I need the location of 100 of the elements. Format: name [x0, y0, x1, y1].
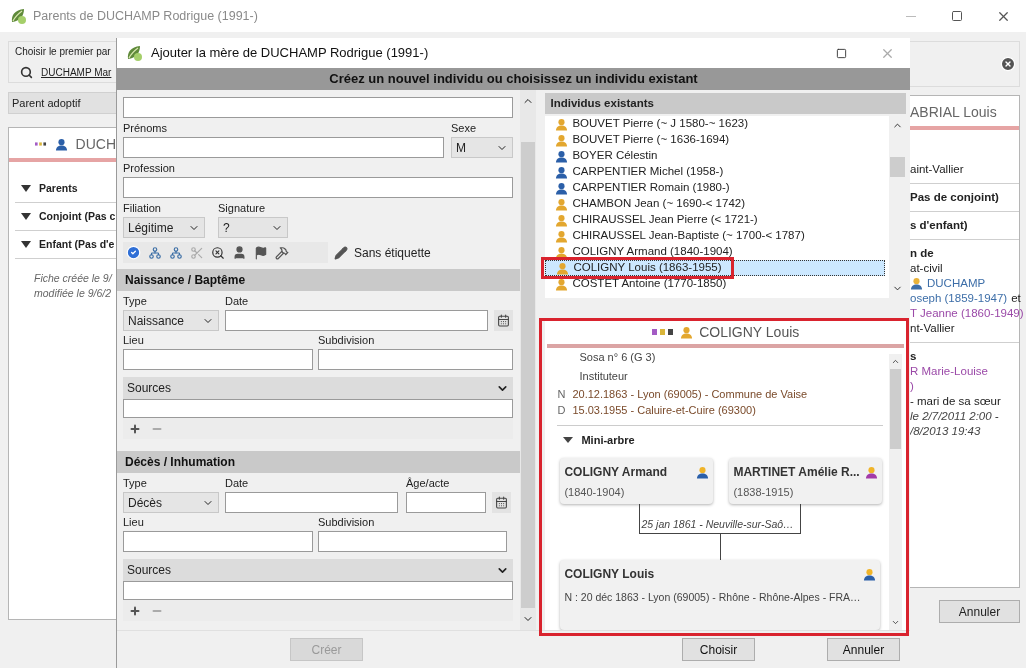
fork-icon[interactable] — [169, 245, 183, 260]
life-dates: (1838-1915) — [733, 485, 795, 500]
list-item[interactable]: BOUVET Pierre (~ 1636-1694) — [545, 132, 885, 148]
birth-info: N : 20 déc 1863 - Lyon (69005) - Rhône - Rhône-Alpes - FRA… — [564, 590, 862, 605]
parent-type-dropdown[interactable]: Parent adoptif — [8, 92, 116, 114]
color-squares-icon — [35, 140, 47, 148]
list-item[interactable]: BOYER Célestin — [545, 148, 885, 164]
field-label: Prénoms — [123, 122, 169, 135]
detail-text: Sosa n° 6 (G 3) — [579, 350, 656, 366]
sources-header[interactable]: Sources — [123, 377, 513, 399]
calendar-button[interactable] — [492, 492, 511, 513]
dialog-button[interactable]: Choisir — [682, 638, 755, 661]
flag-icon[interactable] — [254, 245, 268, 260]
scroll-thumb[interactable] — [890, 157, 905, 177]
hammer-icon[interactable] — [275, 245, 289, 260]
dropdown[interactable]: Décès — [123, 492, 219, 513]
list-item[interactable]: BOUVET Pierre (~ J 1580-~ 1623) — [545, 116, 885, 132]
list-item[interactable]: COLIGNY Armand (1840-1904) — [545, 244, 885, 260]
tree-card[interactable]: COLIGNY Louis N : 20 déc 1863 - Lyon (69005) - Rhône - Rhône-Alpes - FRA… — [560, 560, 881, 630]
fork-icon[interactable] — [148, 245, 162, 260]
detail-text: Instituteur — [579, 368, 628, 384]
list-item[interactable]: COLIGNY Louis (1863-1955) — [545, 260, 885, 276]
scroll-thumb[interactable] — [890, 369, 901, 449]
person-link[interactable]: DUCHAMP — [927, 276, 986, 291]
cancel-button[interactable]: Annuler — [939, 600, 1020, 623]
text-field[interactable] — [123, 97, 513, 118]
expanded-triangle-icon[interactable] — [21, 185, 31, 192]
sources-header[interactable]: Sources — [123, 559, 513, 581]
add-icon[interactable] — [129, 422, 141, 435]
text-field[interactable] — [225, 492, 398, 513]
person-link[interactable]: ) — [910, 379, 914, 394]
person-icon[interactable] — [232, 245, 247, 260]
person-name: COLIGNY Louis — [699, 322, 800, 342]
event-text: 15.03.1955 - Caluire-et-Cuire (69300) — [572, 403, 756, 418]
search-remove-icon[interactable] — [211, 245, 225, 260]
section-header: Naissance / Baptême — [117, 269, 520, 291]
expanded-triangle-icon[interactable] — [21, 241, 31, 248]
text-field[interactable] — [225, 310, 488, 331]
dropdown[interactable]: ? — [218, 217, 288, 238]
app-logo-icon — [125, 44, 143, 62]
text-field[interactable] — [123, 137, 444, 158]
text-field[interactable] — [123, 349, 313, 370]
detail-text: - mari de sa sœur — [910, 394, 1002, 409]
scroll-up-icon[interactable] — [891, 357, 900, 366]
parent-link[interactable]: DUCHAMP Mar — [41, 65, 112, 80]
maximize-icon — [835, 47, 847, 59]
list-item[interactable]: CARPENTIER Michel (1958-) — [545, 164, 885, 180]
marriage-label: 25 jan 1861 - Neuville-sur-Saô… — [640, 517, 794, 533]
pencil-icon[interactable] — [334, 245, 348, 260]
detail-text: at-civil — [910, 261, 944, 276]
field-label: Subdivision — [318, 516, 376, 529]
detail-text: et — [1011, 291, 1021, 306]
field-label: Type — [123, 295, 148, 308]
list-item[interactable]: CHIRAUSSEL Jean-Baptiste (~ 1700-< 1787) — [545, 228, 885, 244]
person-name: COLIGNY Armand — [564, 464, 668, 481]
field-label: Signature — [218, 202, 267, 215]
person-link[interactable]: oseph (1859-1947) — [910, 291, 1008, 306]
scroll-down-icon[interactable] — [891, 618, 900, 627]
person-link[interactable]: R Marie-Louise — [910, 364, 988, 379]
person-link[interactable]: T Jeanne (1860-1949) — [910, 306, 1024, 321]
list-item[interactable]: CHIRAUSSEL Jean Pierre (< 1721-) — [545, 212, 885, 228]
record-date: /8/2013 19:43 — [910, 424, 982, 439]
person-name: COLIGNY Louis — [564, 566, 655, 583]
section-title: Conjoint (Pas c — [39, 208, 116, 224]
dropdown[interactable]: Naissance — [123, 310, 219, 331]
text-field[interactable] — [318, 349, 513, 370]
scrollbar[interactable] — [520, 90, 536, 630]
text-field[interactable] — [123, 177, 513, 198]
tree-card[interactable]: COLIGNY Armand (1840-1904) — [560, 458, 714, 504]
field-label: Lieu — [123, 334, 145, 347]
section-title: Mini-arbre — [581, 432, 635, 448]
sources-field[interactable] — [123, 399, 513, 418]
search-icon[interactable] — [20, 66, 33, 79]
list-item[interactable]: CHAMBON Jean (~ 1690-< 1742) — [545, 196, 885, 212]
list-item[interactable]: COSTET Antoine (1770-1850) — [545, 276, 885, 292]
scroll-thumb[interactable] — [521, 142, 535, 608]
text-field[interactable] — [318, 531, 507, 552]
check-circle-icon[interactable] — [126, 245, 141, 260]
scrollbar[interactable] — [889, 354, 902, 630]
text-field[interactable] — [406, 492, 486, 513]
add-icon[interactable] — [129, 604, 141, 617]
list-item[interactable]: CARPENTIER Romain (1980-) — [545, 180, 885, 196]
dropdown[interactable]: Légitime — [123, 217, 205, 238]
tree-card[interactable]: MARTINET Amélie R... (1838-1915) — [729, 458, 883, 504]
expanded-triangle-icon[interactable] — [563, 436, 574, 443]
detail-text: nt-Vallier — [910, 321, 956, 336]
window-title: Parents de DUCHAMP Rodrigue (1991-) — [33, 7, 258, 25]
sources-field[interactable] — [123, 581, 513, 600]
list-header: Individus existants — [545, 93, 906, 114]
calendar-button[interactable] — [494, 310, 513, 331]
clear-icon[interactable] — [1000, 56, 1016, 72]
life-dates: (1840-1904) — [564, 485, 626, 500]
calendar-icon — [495, 496, 508, 509]
expanded-triangle-icon[interactable] — [21, 213, 31, 220]
event-letter: D — [557, 403, 566, 418]
scissors-icon[interactable] — [190, 245, 204, 260]
dialog-button[interactable]: Annuler — [827, 638, 900, 661]
record-date: modifiée le 9/6/2 — [34, 286, 113, 301]
text-field[interactable] — [123, 531, 313, 552]
dropdown[interactable]: M — [451, 137, 513, 158]
